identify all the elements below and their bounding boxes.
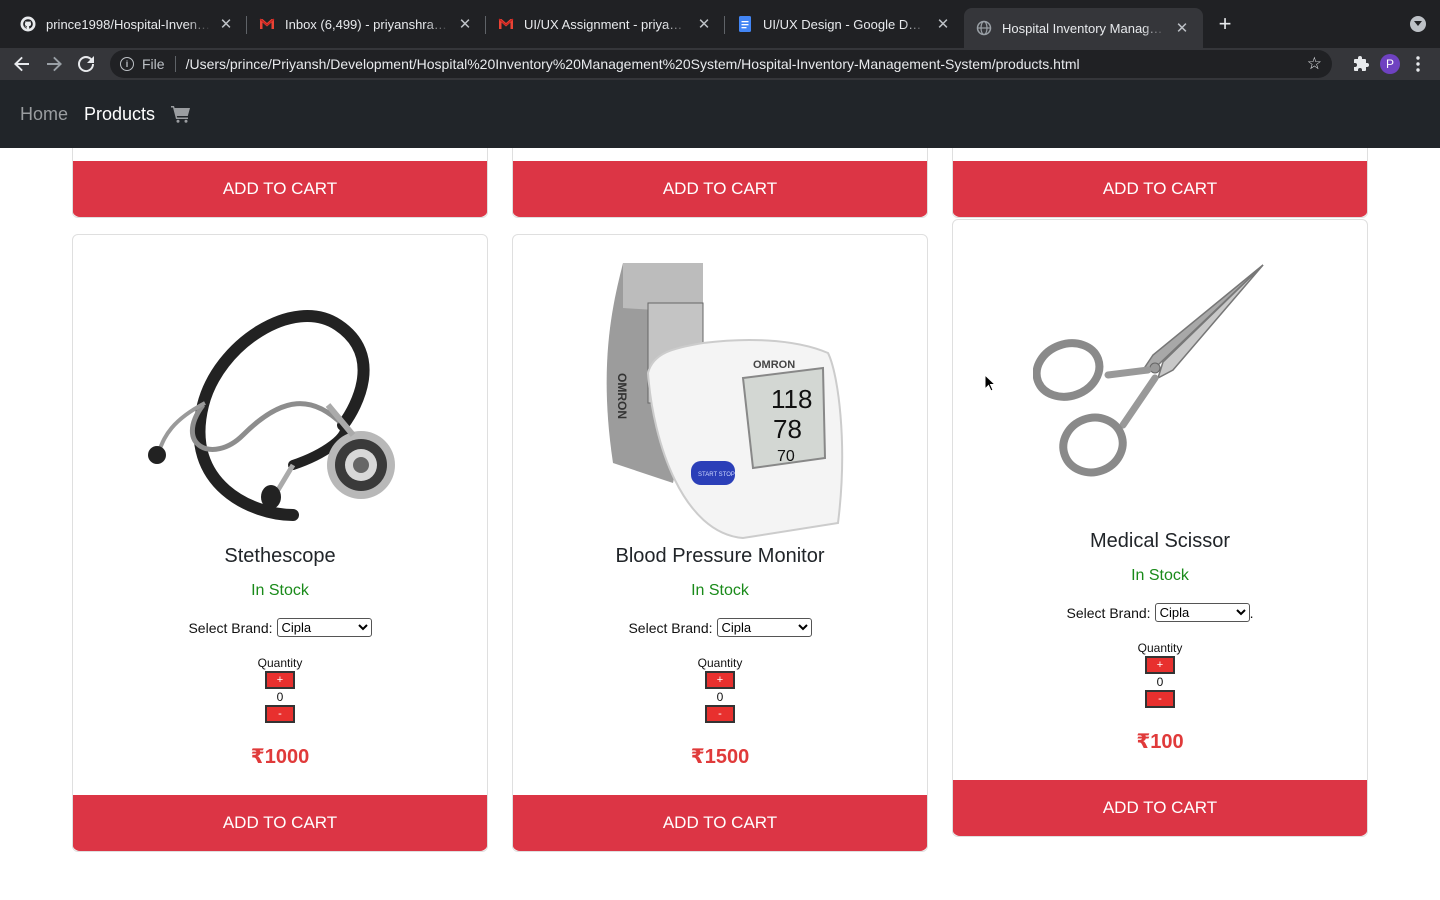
browser-tab[interactable]: Inbox (6,499) - priyanshramna ✕ xyxy=(247,4,486,44)
reload-icon[interactable] xyxy=(72,50,100,78)
url-scheme: File xyxy=(142,56,165,72)
browser-tab[interactable]: prince1998/Hospital-Inventory ✕ xyxy=(8,4,247,44)
brand-select[interactable]: Cipla xyxy=(1154,603,1250,622)
brand-selector-row: Select Brand: Cipla xyxy=(513,618,927,637)
add-to-cart-button[interactable]: ADD TO CART xyxy=(953,161,1367,217)
quantity-label: Quantity xyxy=(257,656,303,670)
product-card: ADD TO CART xyxy=(952,148,1368,218)
cuff-brand-label: OMRON xyxy=(615,373,629,419)
increase-quantity-button[interactable]: + xyxy=(265,671,295,689)
stock-status: In Stock xyxy=(251,582,309,599)
product-name: Blood Pressure Monitor xyxy=(615,545,825,567)
quantity-control: Quantity + 0 - xyxy=(513,655,927,723)
tab-label: Inbox (6,499) - priyanshramna xyxy=(285,16,450,32)
product-price: ₹1500 xyxy=(690,746,750,768)
nav-products-link[interactable]: Products xyxy=(84,104,155,125)
shopping-cart-icon[interactable] xyxy=(171,104,193,124)
close-icon[interactable]: ✕ xyxy=(1173,19,1191,37)
add-to-cart-button[interactable]: ADD TO CART xyxy=(73,161,487,217)
docs-icon xyxy=(737,16,753,32)
back-arrow-icon[interactable] xyxy=(8,50,36,78)
product-price: ₹1000 xyxy=(250,746,310,768)
address-bar[interactable]: i File /Users/prince/Priyansh/Developmen… xyxy=(110,50,1332,78)
brand-label: Select Brand: xyxy=(1066,604,1151,621)
product-card: ADD TO CART xyxy=(72,148,488,218)
stethoscope-image xyxy=(148,310,395,521)
start-stop-label: START STOP xyxy=(698,472,735,478)
products-grid: ADD TO CART ADD TO CART ADD TO CART Stet… xyxy=(0,148,1440,900)
product-card: ADD TO CART xyxy=(512,148,928,218)
product-name: Stethescope xyxy=(224,545,336,567)
product-card-stethoscope: Stethescope In Stock Select Brand: Cipla… xyxy=(72,234,488,852)
bookmark-star-icon[interactable]: ☆ xyxy=(1307,54,1322,74)
new-tab-button[interactable]: + xyxy=(1211,10,1239,38)
decrease-quantity-button[interactable]: - xyxy=(1145,690,1175,708)
stock-status: In Stock xyxy=(691,582,749,599)
globe-icon xyxy=(976,20,992,36)
close-icon[interactable]: ✕ xyxy=(456,15,474,33)
sys-reading: 118 xyxy=(771,384,812,414)
browser-tab-strip: prince1998/Hospital-Inventory ✕ Inbox (6… xyxy=(0,0,1440,48)
brand-select[interactable]: Cipla xyxy=(716,618,812,637)
quantity-value: 0 xyxy=(1156,675,1164,689)
github-icon xyxy=(20,16,36,32)
browser-toolbar: i File /Users/prince/Priyansh/Developmen… xyxy=(0,48,1440,80)
quantity-control: Quantity + 0 - xyxy=(73,655,487,723)
product-name: Medical Scissor xyxy=(1089,530,1231,552)
product-price: ₹100 xyxy=(1136,731,1184,753)
gmail-icon xyxy=(498,16,514,32)
brand-selector-row: Select Brand: Cipla xyxy=(73,618,487,637)
info-icon[interactable]: i xyxy=(120,57,134,71)
brand-suffix: . xyxy=(1249,604,1254,621)
quantity-value: 0 xyxy=(716,690,724,704)
brand-label: Select Brand: xyxy=(188,619,273,636)
medical-scissor-image xyxy=(1033,264,1264,477)
stock-status: In Stock xyxy=(1131,567,1189,584)
decrease-quantity-button[interactable]: - xyxy=(705,705,735,723)
quantity-value: 0 xyxy=(276,690,284,704)
close-icon[interactable]: ✕ xyxy=(934,15,952,33)
add-to-cart-button[interactable]: ADD TO CART xyxy=(513,795,927,851)
browser-tab-active[interactable]: Hospital Inventory Managemen ✕ xyxy=(964,8,1203,48)
tab-label: UI/UX Design - Google Docs xyxy=(763,16,928,32)
quantity-label: Quantity xyxy=(1137,641,1183,655)
tab-label: UI/UX Assignment - priyansh.r xyxy=(524,16,689,32)
nav-home-link[interactable]: Home xyxy=(20,104,68,125)
brand-selector-row: Select Brand: Cipla . xyxy=(953,603,1367,622)
pulse-reading: 70 xyxy=(777,448,795,465)
more-menu-icon[interactable] xyxy=(1404,50,1432,78)
close-icon[interactable]: ✕ xyxy=(217,15,235,33)
url-text[interactable]: /Users/prince/Priyansh/Development/Hospi… xyxy=(186,56,1080,72)
close-icon[interactable]: ✕ xyxy=(695,15,713,33)
profile-avatar[interactable]: P xyxy=(1380,54,1400,74)
divider xyxy=(174,56,176,72)
increase-quantity-button[interactable]: + xyxy=(1145,656,1175,674)
product-card-bp-monitor: OMRON OMRON 118 78 70 START STOP Blood P… xyxy=(512,234,928,852)
product-card-medical-scissor: Medical Scissor In Stock Select Brand: C… xyxy=(952,219,1368,837)
quantity-control: Quantity + 0 - xyxy=(953,640,1367,708)
decrease-quantity-button[interactable]: - xyxy=(265,705,295,723)
dia-reading: 78 xyxy=(773,414,802,444)
brand-label: Select Brand: xyxy=(628,619,713,636)
tab-label: Hospital Inventory Managemen xyxy=(1002,20,1167,36)
extensions-icon[interactable] xyxy=(1348,50,1376,78)
add-to-cart-button[interactable]: ADD TO CART xyxy=(73,795,487,851)
increase-quantity-button[interactable]: + xyxy=(705,671,735,689)
quantity-label: Quantity xyxy=(697,656,743,670)
forward-arrow-icon[interactable] xyxy=(40,50,68,78)
mouse-cursor-icon xyxy=(984,374,996,392)
add-to-cart-button[interactable]: ADD TO CART xyxy=(953,780,1367,836)
tab-label: prince1998/Hospital-Inventory xyxy=(46,16,211,32)
browser-tab[interactable]: UI/UX Design - Google Docs ✕ xyxy=(725,4,964,44)
browser-tab[interactable]: UI/UX Assignment - priyansh.r ✕ xyxy=(486,4,725,44)
bp-monitor-image: OMRON OMRON 118 78 70 START STOP xyxy=(606,263,844,540)
app-navbar: Home Products xyxy=(0,80,1440,148)
add-to-cart-button[interactable]: ADD TO CART xyxy=(513,161,927,217)
brand-select[interactable]: Cipla xyxy=(276,618,372,637)
device-brand-label: OMRON xyxy=(753,359,795,371)
gmail-icon xyxy=(259,16,275,32)
tab-search-icon[interactable] xyxy=(1410,16,1426,32)
